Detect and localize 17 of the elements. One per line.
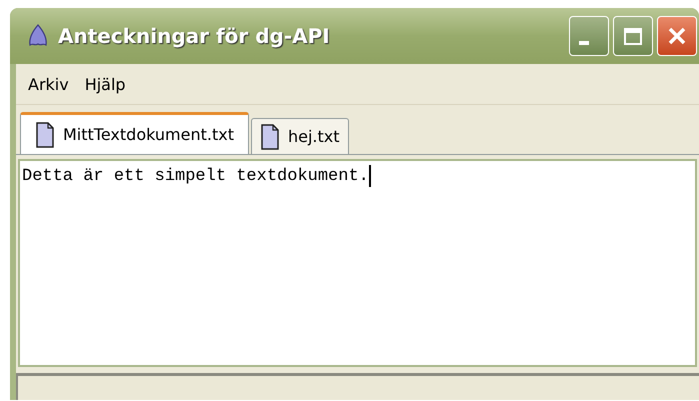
text-cursor (368, 165, 371, 187)
minimize-button[interactable] (569, 16, 609, 56)
app-icon (28, 24, 48, 48)
menu-item[interactable]: Hjälp (78, 72, 132, 96)
document-icon (35, 122, 55, 148)
window-title: Anteckningar för dg-API (58, 24, 331, 48)
document-text: Detta är ett simpelt textdokument. (22, 167, 369, 186)
maximize-icon (624, 28, 642, 44)
close-icon (668, 27, 686, 45)
document-icon (260, 124, 280, 150)
maximize-button[interactable] (613, 16, 653, 56)
text-editor[interactable]: Detta är ett simpelt textdokument. (18, 159, 697, 367)
menu-item[interactable]: Arkiv (22, 72, 75, 96)
minimize-icon (579, 41, 589, 45)
file-tab[interactable]: MittTextdokument.txt (20, 112, 249, 154)
close-button[interactable] (657, 16, 697, 56)
file-tab[interactable]: hej.txt (250, 118, 348, 154)
